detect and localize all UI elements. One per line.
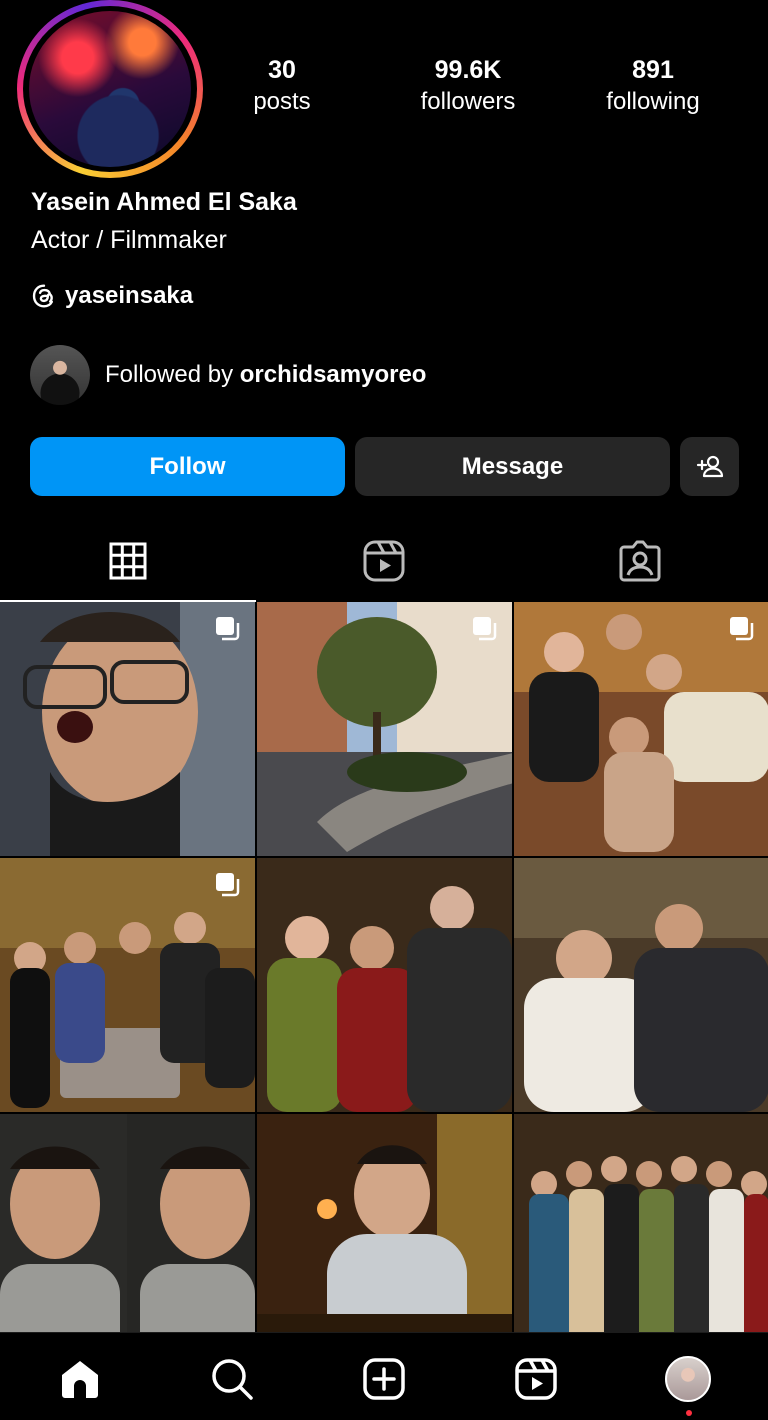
profile-name: Yasein Ahmed El Saka bbox=[31, 188, 297, 216]
threads-link[interactable]: yaseinsaka bbox=[31, 282, 193, 310]
nav-reels[interactable] bbox=[512, 1355, 560, 1403]
followed-by[interactable]: Followed by orchidsamyoreo bbox=[30, 345, 426, 405]
create-icon bbox=[363, 1358, 405, 1400]
post-tile[interactable] bbox=[514, 1114, 768, 1332]
add-user-icon bbox=[696, 455, 723, 477]
multi-post-icon bbox=[473, 617, 497, 641]
post-tile[interactable] bbox=[0, 1114, 255, 1332]
nav-create[interactable] bbox=[360, 1355, 408, 1403]
notification-dot bbox=[686, 1410, 692, 1416]
suggest-user-button[interactable] bbox=[680, 437, 739, 496]
followers-count: 99.6K bbox=[434, 56, 502, 84]
tab-posts-grid[interactable] bbox=[0, 522, 256, 602]
post-image bbox=[257, 858, 512, 1112]
grid-icon bbox=[109, 542, 147, 580]
post-tile[interactable] bbox=[514, 602, 768, 856]
posts-stat: 30 posts bbox=[202, 54, 362, 118]
following-label: following bbox=[606, 88, 700, 115]
threads-handle: yaseinsaka bbox=[65, 282, 194, 309]
followers-label: followers bbox=[420, 88, 516, 115]
posts-grid bbox=[0, 602, 768, 1332]
post-tile[interactable] bbox=[257, 1114, 512, 1332]
profile-bio: Actor / Filmmaker bbox=[31, 226, 227, 254]
following-stat[interactable]: 891 following bbox=[573, 54, 733, 118]
post-tile[interactable] bbox=[0, 858, 255, 1112]
nav-home[interactable] bbox=[56, 1355, 104, 1403]
multi-post-icon bbox=[216, 617, 240, 641]
post-image bbox=[514, 1114, 768, 1332]
follower-avatar bbox=[30, 345, 90, 405]
multi-post-icon bbox=[216, 873, 240, 897]
nav-search[interactable] bbox=[208, 1355, 256, 1403]
follow-button[interactable]: Follow bbox=[30, 437, 345, 496]
reels-icon bbox=[515, 1358, 557, 1400]
profile-avatar bbox=[29, 11, 191, 167]
nav-profile[interactable] bbox=[664, 1355, 712, 1403]
profile-avatar-ring[interactable] bbox=[17, 0, 203, 178]
multi-post-icon bbox=[730, 617, 754, 641]
followed-by-prefix: Followed by bbox=[105, 361, 234, 388]
posts-label: posts bbox=[253, 88, 311, 115]
post-image bbox=[0, 1114, 255, 1332]
threads-icon bbox=[32, 284, 53, 308]
post-tile[interactable] bbox=[257, 602, 512, 856]
post-image bbox=[514, 858, 768, 1112]
reels-tab-icon bbox=[363, 540, 405, 582]
following-count: 891 bbox=[632, 56, 674, 84]
followed-by-user: orchidsamyoreo bbox=[239, 361, 427, 388]
post-tile[interactable] bbox=[514, 858, 768, 1112]
posts-count: 30 bbox=[268, 56, 296, 84]
post-tile[interactable] bbox=[0, 602, 255, 856]
tagged-icon bbox=[619, 540, 661, 582]
search-icon bbox=[212, 1359, 253, 1400]
message-button[interactable]: Message bbox=[355, 437, 670, 496]
post-image bbox=[257, 1114, 512, 1332]
profile-tabs bbox=[0, 522, 768, 602]
tab-tagged[interactable] bbox=[512, 522, 768, 600]
followers-stat[interactable]: 99.6K followers bbox=[388, 54, 548, 118]
home-icon bbox=[62, 1361, 98, 1398]
bottom-nav bbox=[0, 1332, 768, 1420]
post-tile[interactable] bbox=[257, 858, 512, 1112]
profile-avatar-small bbox=[665, 1356, 711, 1402]
tab-reels[interactable] bbox=[256, 522, 512, 600]
